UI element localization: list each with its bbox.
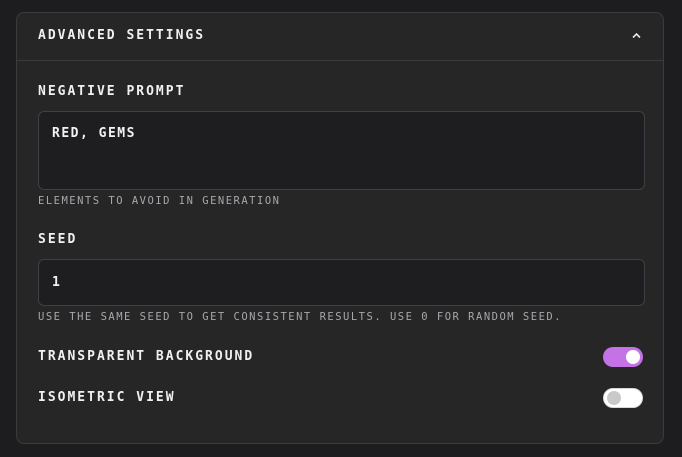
panel-title: ADVANCED SETTINGS [38, 28, 206, 43]
seed-label: SEED [38, 232, 78, 247]
negative-prompt-hint: ELEMENTS TO AVOID IN GENERATION [38, 195, 281, 207]
toggle-knob [607, 391, 621, 405]
seed-input[interactable]: 1 [38, 259, 645, 306]
negative-prompt-label: NEGATIVE PROMPT [38, 84, 186, 99]
negative-prompt-textarea[interactable]: RED, GEMS [38, 111, 645, 190]
transparent-background-toggle[interactable] [603, 347, 643, 367]
seed-hint: USE THE SAME SEED TO GET CONSISTENT RESU… [38, 311, 563, 323]
isometric-view-label: ISOMETRIC VIEW [38, 390, 176, 405]
seed-value: 1 [52, 275, 62, 290]
advanced-settings-header[interactable]: ADVANCED SETTINGS [17, 13, 663, 61]
negative-prompt-value: RED, GEMS [52, 126, 136, 141]
chevron-up-icon[interactable] [632, 32, 641, 39]
advanced-settings-panel: ADVANCED SETTINGS NEGATIVE PROMPT RED, G… [16, 12, 664, 444]
transparent-background-label: TRANSPARENT BACKGROUND [38, 349, 255, 364]
isometric-view-toggle[interactable] [603, 388, 643, 408]
toggle-knob [626, 350, 640, 364]
